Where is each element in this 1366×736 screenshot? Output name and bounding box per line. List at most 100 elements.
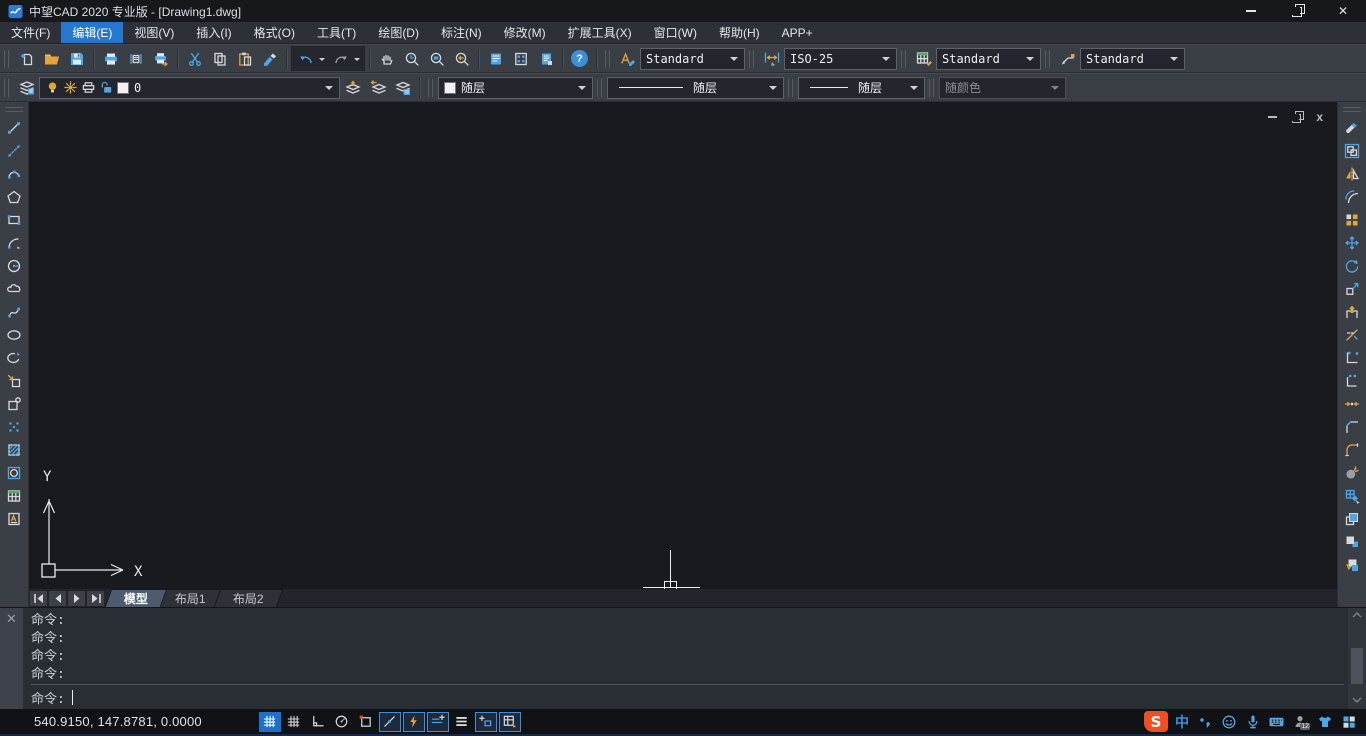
fillet-button[interactable] <box>1340 438 1364 461</box>
dim-style-select[interactable]: ISO-25 <box>784 48 897 70</box>
scroll-down-button[interactable] <box>1352 693 1362 707</box>
hatch-button[interactable] <box>2 438 26 461</box>
layer-on-bulb-icon[interactable] <box>45 80 60 95</box>
scrollbar-thumb[interactable] <box>1351 648 1363 684</box>
block-edit-button[interactable] <box>1340 484 1364 507</box>
plot-button[interactable] <box>148 47 173 71</box>
user-profile-icon[interactable]: 12 <box>1292 713 1309 730</box>
table-button[interactable] <box>2 484 26 507</box>
language-mode-indicator[interactable]: 中 <box>1175 712 1189 732</box>
menu-format[interactable]: 格式(O) <box>243 22 306 43</box>
dropdown-caret-icon[interactable] <box>1022 53 1038 65</box>
microphone-icon[interactable] <box>1244 713 1261 730</box>
ellipse-button[interactable] <box>2 323 26 346</box>
command-history[interactable]: 命令: 命令: 命令: 命令: 命令: <box>23 608 1346 709</box>
toolbar-grip[interactable] <box>4 50 9 68</box>
otrack-toggle[interactable] <box>379 712 401 732</box>
draworder-under-button[interactable] <box>1340 553 1364 576</box>
dropdown-caret-icon[interactable] <box>321 82 337 94</box>
layer-states-button[interactable] <box>390 76 415 100</box>
offset-button[interactable] <box>1340 185 1364 208</box>
dropdown-caret-icon[interactable] <box>765 82 781 94</box>
menu-draw[interactable]: 绘图(D) <box>367 22 430 43</box>
model-space-toggle[interactable] <box>475 712 497 732</box>
toolbar-grip[interactable] <box>597 79 602 97</box>
toolbar-grip[interactable] <box>428 79 433 97</box>
dim-style-button[interactable] <box>759 47 784 71</box>
join-button[interactable] <box>1340 392 1364 415</box>
mdi-restore-button[interactable] <box>1292 112 1301 123</box>
grid-toggle[interactable] <box>259 712 281 732</box>
sogou-input-icon[interactable]: S <box>1144 711 1168 732</box>
annotation-scale-toggle[interactable] <box>499 712 521 732</box>
dynamic-input-toggle[interactable] <box>403 712 425 732</box>
text-style-select[interactable]: Standard <box>640 48 745 70</box>
open-button[interactable] <box>39 47 64 71</box>
ortho-toggle[interactable] <box>307 712 329 732</box>
dropdown-caret-icon[interactable] <box>906 82 922 94</box>
undo-dropdown-caret[interactable] <box>319 58 325 64</box>
point-button[interactable] <box>2 415 26 438</box>
insert-block-button[interactable] <box>2 369 26 392</box>
ellipse-arc-button[interactable] <box>2 346 26 369</box>
print-button[interactable] <box>98 47 123 71</box>
dropdown-caret-icon[interactable] <box>878 53 894 65</box>
drawing-canvas[interactable]: x Y X <box>29 102 1337 589</box>
toolbox-grid-icon[interactable] <box>1340 713 1357 730</box>
menu-express-tools[interactable]: 扩展工具(X) <box>557 22 643 43</box>
menu-view[interactable]: 视图(V) <box>123 22 185 43</box>
menu-help[interactable]: 帮助(H) <box>708 22 771 43</box>
pan-button[interactable] <box>374 47 399 71</box>
redo-button[interactable] <box>328 47 353 71</box>
toolbar-grip[interactable] <box>749 50 754 68</box>
menu-app-plus[interactable]: APP+ <box>771 22 824 43</box>
circle-button[interactable] <box>2 254 26 277</box>
minimize-button[interactable] <box>1228 0 1274 22</box>
restore-button[interactable] <box>1274 0 1320 22</box>
arc-button[interactable] <box>2 231 26 254</box>
move-button[interactable] <box>1340 231 1364 254</box>
last-tab-button[interactable] <box>87 591 104 606</box>
properties-palette-button[interactable] <box>483 47 508 71</box>
toolbar-grip[interactable] <box>901 50 906 68</box>
tab-model[interactable]: 模型 <box>105 589 168 607</box>
menu-tools[interactable]: 工具(T) <box>306 22 367 43</box>
construction-line-button[interactable] <box>2 139 26 162</box>
toolbar-grip[interactable] <box>605 50 610 68</box>
rotate-button[interactable] <box>1340 254 1364 277</box>
layer-freeze-icon[interactable] <box>63 80 78 95</box>
redo-dropdown-caret[interactable] <box>354 58 360 64</box>
toolbar-grip[interactable] <box>929 79 934 97</box>
lineweight-toggle[interactable] <box>427 712 449 732</box>
undo-button[interactable] <box>293 47 318 71</box>
zoom-window-button[interactable] <box>424 47 449 71</box>
color-select[interactable]: 随层 <box>438 77 593 99</box>
osnap-toggle[interactable] <box>355 712 377 732</box>
copy-object-button[interactable] <box>1340 139 1364 162</box>
table-style-select[interactable]: Standard <box>936 48 1041 70</box>
polar-toggle[interactable] <box>331 712 353 732</box>
revision-cloud-button[interactable] <box>2 277 26 300</box>
scroll-up-button[interactable] <box>1352 608 1362 622</box>
rectangle-button[interactable] <box>2 208 26 231</box>
next-tab-button[interactable] <box>68 591 85 606</box>
print-preview-button[interactable] <box>123 47 148 71</box>
menu-insert[interactable]: 插入(I) <box>185 22 242 43</box>
match-properties-button[interactable] <box>257 47 282 71</box>
toolbar-grip[interactable] <box>1045 50 1050 68</box>
layer-select[interactable]: 0 <box>39 77 340 99</box>
new-button[interactable] <box>14 47 39 71</box>
command-close-button[interactable]: ✕ <box>6 612 17 625</box>
layer-previous-button[interactable] <box>365 76 390 100</box>
zoom-realtime-button[interactable] <box>399 47 424 71</box>
layer-properties-button[interactable] <box>14 76 39 100</box>
toolbar-grip[interactable] <box>788 79 793 97</box>
draworder-front-button[interactable] <box>1340 507 1364 530</box>
prev-tab-button[interactable] <box>49 591 66 606</box>
save-button[interactable] <box>64 47 89 71</box>
snap-toggle[interactable] <box>283 712 305 732</box>
lineweight-select[interactable]: 随层 <box>798 77 925 99</box>
line-button[interactable] <box>2 116 26 139</box>
keyboard-icon[interactable] <box>1268 713 1285 730</box>
copy-button[interactable] <box>207 47 232 71</box>
